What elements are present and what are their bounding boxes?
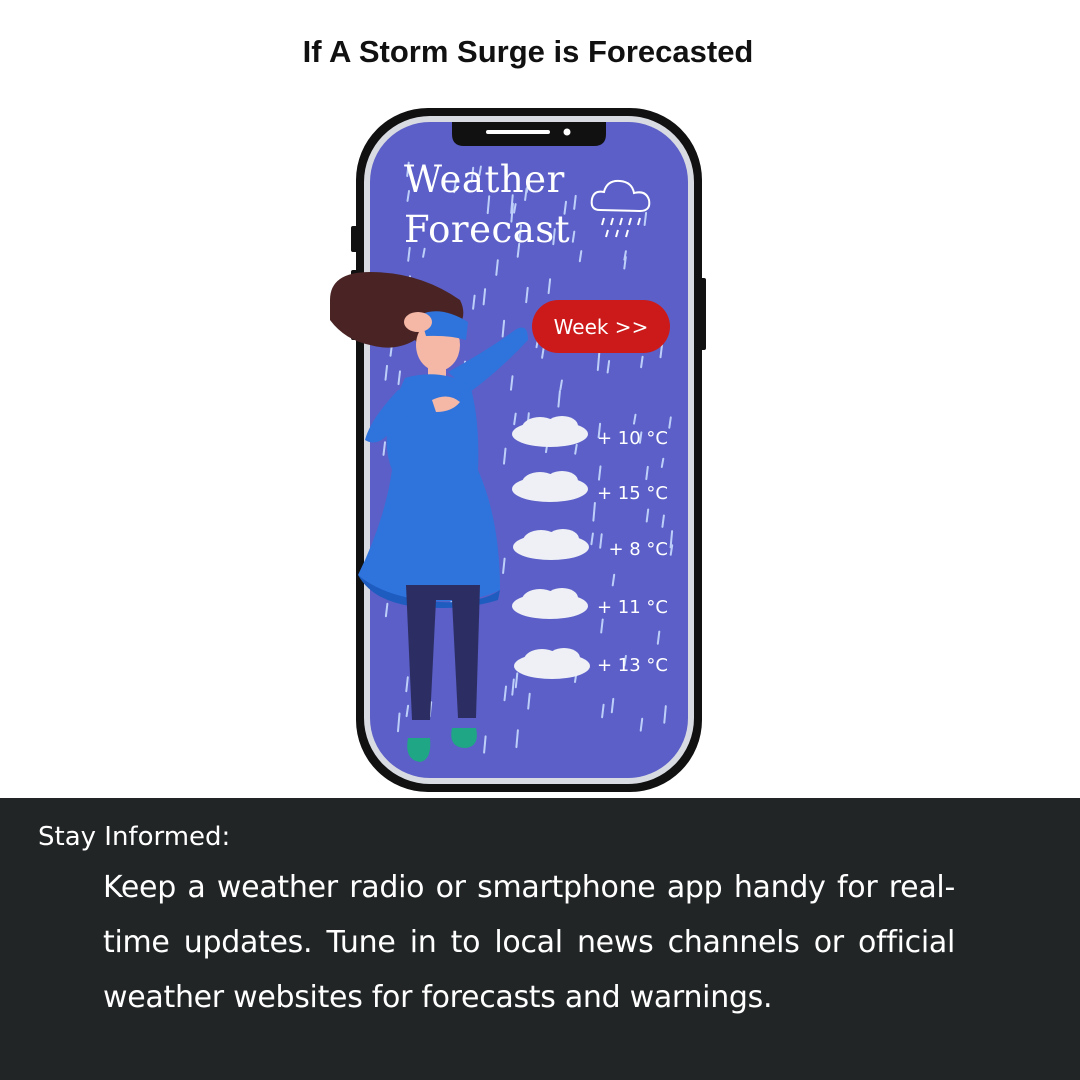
forecast-temperature: + 8 °C	[608, 539, 668, 560]
app-title-line2: Forecast	[404, 208, 571, 251]
info-body-text: Keep a weather radio or smartphone app h…	[103, 870, 955, 1015]
week-button[interactable]: Week >>	[532, 300, 670, 353]
camera-dot	[563, 128, 571, 136]
speaker-grille	[486, 130, 550, 134]
section-heading: Stay Informed:	[38, 822, 231, 852]
forecast-temperature: + 15 °C	[597, 483, 668, 504]
app-title-line1: Weather	[404, 158, 565, 201]
forecast-temperature: + 11 °C	[597, 597, 668, 618]
phone-illustration: Weather Forecast Week >> + 10 °C + 15 °C…	[0, 0, 1080, 800]
phone-drawing	[330, 108, 706, 792]
forecast-temperature: + 13 °C	[597, 655, 668, 676]
forecast-temperature: + 10 °C	[597, 428, 668, 449]
